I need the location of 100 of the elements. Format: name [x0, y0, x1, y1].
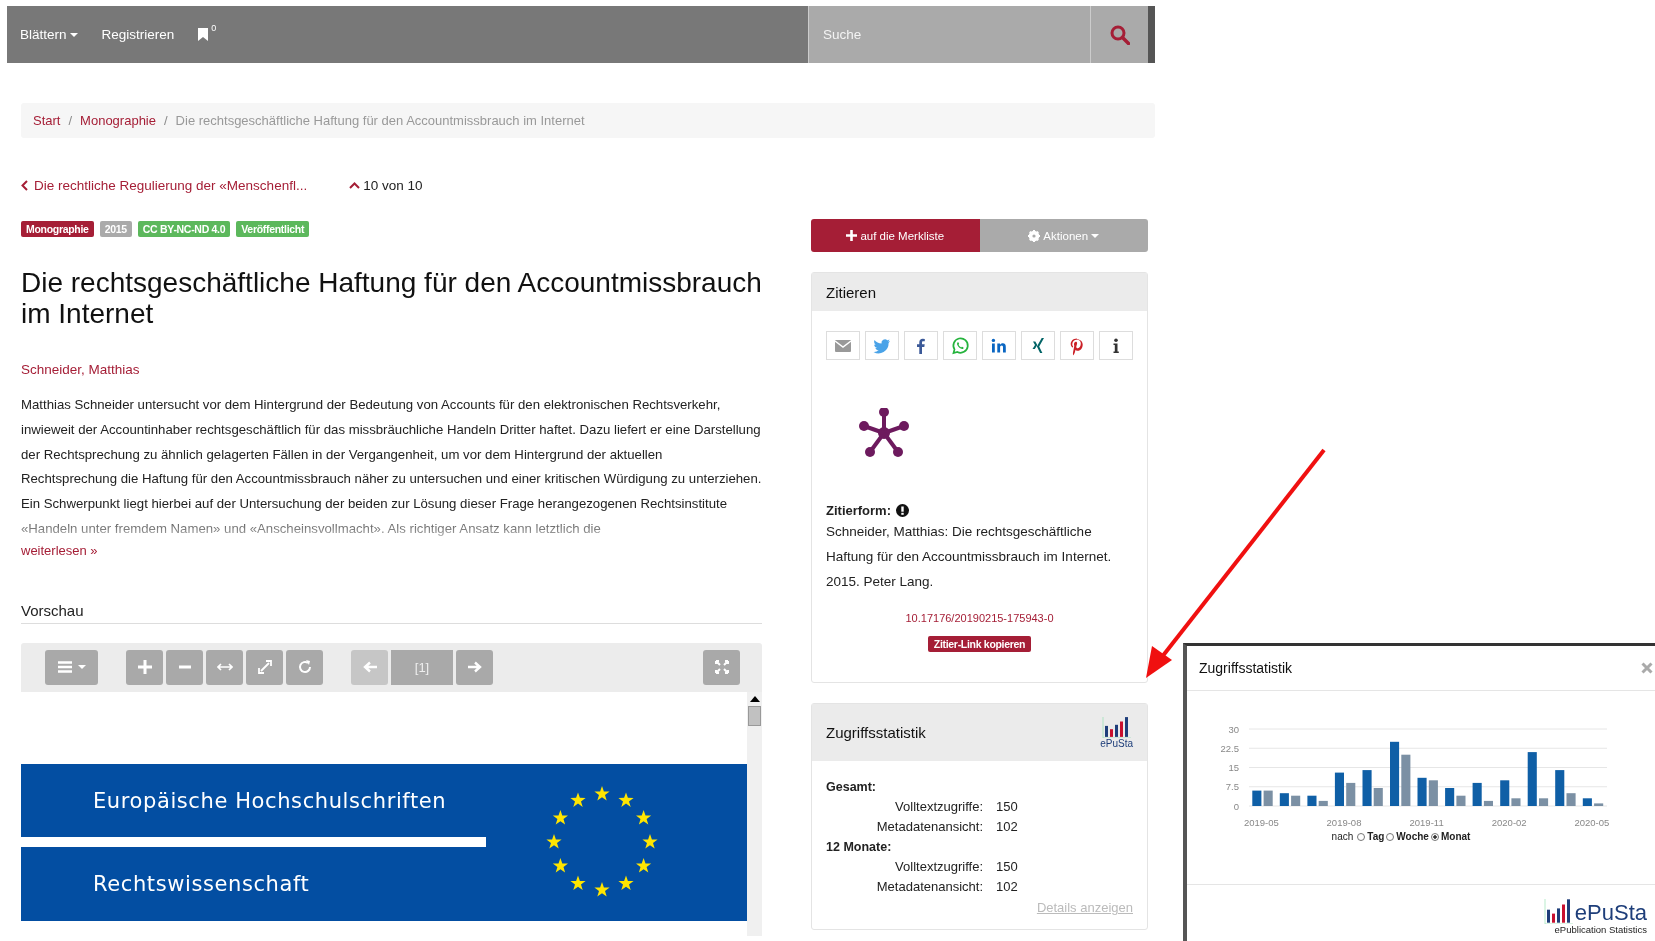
whatsapp-button[interactable]	[943, 331, 977, 360]
stats-group-label: 12 Monate:	[826, 839, 893, 857]
next-page-button[interactable]	[456, 649, 493, 685]
chevron-up-icon	[349, 182, 361, 189]
scroll-thumb[interactable]	[748, 705, 761, 726]
scroll-up-icon	[749, 695, 760, 702]
xing-button[interactable]	[1021, 331, 1055, 360]
bar	[1539, 798, 1549, 806]
epusta-logo[interactable]: ePuSta ePublication Statistics	[1543, 897, 1647, 935]
stat-value: 150	[996, 798, 1018, 817]
x-tick-label: 2019-11	[1409, 817, 1444, 828]
search-field[interactable]: Suche	[808, 6, 1090, 63]
gear-icon	[1028, 229, 1041, 242]
bookmark-icon	[198, 28, 209, 41]
stat-value: 150	[996, 858, 1018, 877]
epusta-logo[interactable]: ePuSta	[1100, 716, 1133, 750]
preview-heading: Vorschau	[21, 601, 762, 624]
bar	[1291, 795, 1301, 806]
bar	[1279, 793, 1289, 806]
bar	[1428, 780, 1438, 806]
twitter-button[interactable]	[865, 331, 899, 360]
citation-label: Zitierform:	[826, 503, 891, 518]
bookmark-button[interactable]: auf die Merkliste	[811, 219, 980, 252]
caret-icon	[77, 665, 86, 670]
previous-item-link[interactable]: Die rechtliche Regulierung der «Menschenfl...	[21, 178, 308, 193]
zoom-out-button[interactable]	[166, 649, 203, 685]
y-tick-label: 22.5	[1220, 742, 1239, 754]
breadcrumb-separator: /	[164, 113, 168, 128]
zoom-in-button[interactable]	[126, 649, 163, 685]
bar	[1582, 798, 1592, 806]
tag-label: 2015	[99, 221, 132, 237]
period-radio[interactable]: Monat	[1430, 831, 1471, 842]
period-label: nach	[1331, 831, 1354, 842]
menu-icon	[57, 661, 72, 674]
period-radio[interactable]: Woche	[1386, 831, 1429, 842]
stat-value: 102	[996, 818, 1018, 837]
x-tick-label: 2020-02	[1491, 817, 1527, 828]
citation-text: Schneider, Matthias: Die rechtsgeschäftliche Haftung für den Accountmissbrauch im Internet. 2015. Peter Lang.	[826, 523, 1113, 591]
arrow-right-icon	[467, 661, 482, 674]
period-radio[interactable]: Tag	[1357, 831, 1385, 842]
facebook-button[interactable]	[904, 331, 938, 360]
register-link[interactable]: Registrieren	[89, 6, 187, 63]
x-tick-label: 2019-05	[1243, 817, 1279, 828]
bar	[1263, 790, 1273, 806]
abstract-text: Matthias Schneider untersucht vor dem Hintergrund der Bedeutung von Accounts für den elektronischen Rechtsverkehr, inwieweit der Accountinhaber rechtsgeschäftlich für das missbräuchliche Handeln Dritter haftet. Dazu liefert er eine Darstellung der Rechtsprechung zu ähnlich gelagerten Fällen in der Vergangenheit, um vor dem Hintergrund der aktuellen Rechtsprechung die Haftung für den Accountmissbrauch näher zu untersuchen und einer kritischen Würdigung zu unterziehen. Ein Schwerpunkt liegt hierbei auf der Untersuchung der beiden zur Lösung dieser Frage herangezogenen Rechtsinstitute «Handeln unter fremdem Namen» und «Anscheinsvollmacht». Als richtiger Ansatz kann letztlich die	[21, 396, 762, 538]
bar	[1252, 790, 1262, 806]
stat-label: Volltextzugriffe:	[894, 798, 983, 817]
y-tick-label: 30	[1228, 723, 1239, 735]
bar	[1527, 752, 1537, 806]
arrow-left-icon	[362, 661, 377, 674]
chevron-left-icon	[21, 180, 28, 191]
browse-menu[interactable]: Blättern	[7, 6, 90, 63]
bar	[1334, 772, 1344, 806]
bar-chart-icon	[1543, 897, 1574, 924]
plus-icon	[137, 660, 152, 675]
panel-heading: Zitieren	[812, 273, 1147, 311]
info-circle-icon	[896, 504, 909, 517]
bookmark-count: 0	[211, 23, 217, 33]
fit-page-button[interactable]	[246, 649, 283, 685]
publication-title: Die rechtsgeschäftliche Haftung für den Accountmissbrauch im Internet	[21, 267, 762, 329]
email-button[interactable]	[826, 331, 860, 360]
read-more-link[interactable]: weiterlesen »	[21, 542, 98, 558]
x-tick-label: 2019-08	[1326, 817, 1362, 828]
pinterest-button[interactable]	[1060, 331, 1094, 360]
doi-link[interactable]: 10.17176/20190215-175943-0	[905, 612, 1054, 625]
double-arrow-icon	[216, 663, 233, 672]
stat-label: Metadatenansicht:	[875, 818, 983, 837]
close-icon[interactable]	[1641, 662, 1653, 674]
search-button[interactable]	[1090, 6, 1148, 63]
breadcrumb-separator: /	[68, 113, 73, 128]
bookmark-list-link[interactable]: 0	[186, 6, 229, 63]
diagonal-arrow-icon	[257, 660, 272, 675]
breadcrumb-link[interactable]: Start	[33, 113, 61, 128]
author-link[interactable]: Schneider, Matthias	[21, 362, 140, 377]
tag-label: Monographie	[21, 221, 94, 237]
x-tick-label: 2020-05	[1574, 817, 1610, 828]
y-tick-label: 15	[1228, 762, 1239, 773]
chat-bubble-icon	[950, 335, 970, 356]
bar	[1594, 803, 1604, 806]
scrollbar[interactable]	[747, 691, 762, 936]
tag-label: Veröffentlicht	[236, 221, 310, 237]
rotate-button[interactable]	[286, 649, 323, 685]
fullscreen-button[interactable]	[703, 649, 740, 685]
search-icon	[1109, 24, 1130, 45]
bar-chart-icon	[1101, 716, 1132, 739]
breadcrumb-link[interactable]: Monographie	[80, 113, 156, 128]
stat-label: Metadatenansicht:	[875, 878, 983, 897]
bar	[1346, 782, 1356, 806]
info-button[interactable]	[1099, 331, 1133, 360]
linkedin-button[interactable]	[982, 331, 1016, 360]
view-menu-button[interactable]	[45, 649, 98, 685]
fit-width-button[interactable]	[206, 649, 243, 685]
asterisk-logo-icon	[859, 408, 909, 458]
position-link[interactable]: 10 von 10	[349, 178, 423, 193]
subject-title: Rechtswissenschaft	[93, 872, 310, 897]
fullscreen-icon	[714, 660, 729, 675]
caret-icon	[69, 32, 78, 37]
rotate-icon	[297, 660, 312, 675]
stats-group-label: Gesamt:	[826, 779, 878, 797]
copy-link-button[interactable]: Zitier-Link kopieren	[927, 636, 1032, 653]
